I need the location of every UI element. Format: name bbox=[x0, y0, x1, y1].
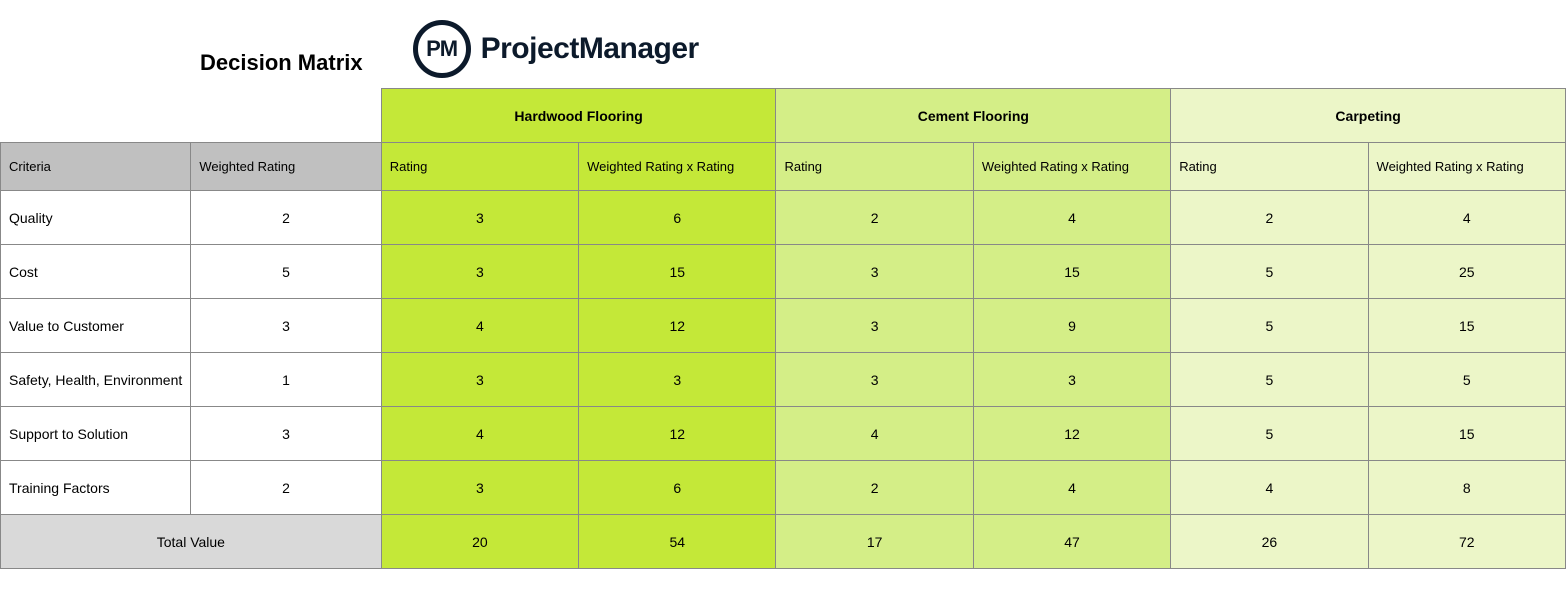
criteria-label: Support to Solution bbox=[1, 407, 191, 461]
table-row: Safety, Health, Environment1333355 bbox=[1, 353, 1566, 407]
rating-cell: 5 bbox=[1171, 353, 1368, 407]
criteria-label: Safety, Health, Environment bbox=[1, 353, 191, 407]
col-header-rating: Rating bbox=[776, 143, 973, 191]
col-header-weighted: Weighted Rating bbox=[191, 143, 381, 191]
col-header-rating: Rating bbox=[381, 143, 578, 191]
weighted-cell: 4 bbox=[973, 461, 1170, 515]
weighted-cell: 4 bbox=[1368, 191, 1565, 245]
rating-cell: 3 bbox=[776, 353, 973, 407]
total-cell: 47 bbox=[973, 515, 1170, 569]
criteria-weight: 1 bbox=[191, 353, 381, 407]
table-row: Support to Solution3412412515 bbox=[1, 407, 1566, 461]
rating-cell: 5 bbox=[1171, 407, 1368, 461]
rating-cell: 3 bbox=[381, 461, 578, 515]
col-header-wxr: Weighted Rating x Rating bbox=[1368, 143, 1565, 191]
weighted-cell: 12 bbox=[973, 407, 1170, 461]
total-cell: 26 bbox=[1171, 515, 1368, 569]
total-label: Total Value bbox=[1, 515, 382, 569]
rating-cell: 3 bbox=[381, 245, 578, 299]
rating-cell: 4 bbox=[1171, 461, 1368, 515]
total-cell: 17 bbox=[776, 515, 973, 569]
weighted-cell: 6 bbox=[579, 461, 776, 515]
weighted-cell: 12 bbox=[579, 407, 776, 461]
weighted-cell: 3 bbox=[973, 353, 1170, 407]
criteria-label: Quality bbox=[1, 191, 191, 245]
criteria-weight: 5 bbox=[191, 245, 381, 299]
weighted-cell: 6 bbox=[579, 191, 776, 245]
table-row: Training Factors2362448 bbox=[1, 461, 1566, 515]
criteria-label: Cost bbox=[1, 245, 191, 299]
rating-cell: 2 bbox=[776, 461, 973, 515]
page-header: Decision Matrix PM ProjectManager bbox=[0, 20, 1566, 78]
rating-cell: 5 bbox=[1171, 245, 1368, 299]
rating-cell: 4 bbox=[381, 299, 578, 353]
weighted-cell: 12 bbox=[579, 299, 776, 353]
rating-cell: 3 bbox=[381, 353, 578, 407]
criteria-weight: 2 bbox=[191, 461, 381, 515]
rating-cell: 4 bbox=[381, 407, 578, 461]
brand-logo: PM ProjectManager bbox=[413, 20, 699, 78]
decision-matrix-table: Hardwood Flooring Cement Flooring Carpet… bbox=[0, 88, 1566, 569]
option-header: Cement Flooring bbox=[776, 89, 1171, 143]
weighted-cell: 15 bbox=[1368, 407, 1565, 461]
weighted-cell: 5 bbox=[1368, 353, 1565, 407]
blank-cell bbox=[1, 89, 382, 143]
total-cell: 20 bbox=[381, 515, 578, 569]
weighted-cell: 8 bbox=[1368, 461, 1565, 515]
rating-cell: 2 bbox=[1171, 191, 1368, 245]
total-cell: 72 bbox=[1368, 515, 1565, 569]
weighted-cell: 3 bbox=[579, 353, 776, 407]
criteria-weight: 2 bbox=[191, 191, 381, 245]
table-row: Quality2362424 bbox=[1, 191, 1566, 245]
weighted-cell: 25 bbox=[1368, 245, 1565, 299]
rating-cell: 2 bbox=[776, 191, 973, 245]
option-header: Carpeting bbox=[1171, 89, 1566, 143]
option-header: Hardwood Flooring bbox=[381, 89, 776, 143]
option-header-row: Hardwood Flooring Cement Flooring Carpet… bbox=[1, 89, 1566, 143]
total-cell: 54 bbox=[579, 515, 776, 569]
sub-header-row: Criteria Weighted Rating Rating Weighted… bbox=[1, 143, 1566, 191]
rating-cell: 3 bbox=[776, 245, 973, 299]
rating-cell: 3 bbox=[776, 299, 973, 353]
rating-cell: 5 bbox=[1171, 299, 1368, 353]
weighted-cell: 4 bbox=[973, 191, 1170, 245]
brand-logo-icon: PM bbox=[413, 20, 471, 78]
col-header-wxr: Weighted Rating x Rating bbox=[579, 143, 776, 191]
weighted-cell: 9 bbox=[973, 299, 1170, 353]
table-row: Value to Customer341239515 bbox=[1, 299, 1566, 353]
table-row: Cost5315315525 bbox=[1, 245, 1566, 299]
weighted-cell: 15 bbox=[579, 245, 776, 299]
rating-cell: 4 bbox=[776, 407, 973, 461]
page-title: Decision Matrix bbox=[0, 50, 363, 78]
criteria-weight: 3 bbox=[191, 407, 381, 461]
criteria-label: Value to Customer bbox=[1, 299, 191, 353]
criteria-label: Training Factors bbox=[1, 461, 191, 515]
col-header-rating: Rating bbox=[1171, 143, 1368, 191]
col-header-wxr: Weighted Rating x Rating bbox=[973, 143, 1170, 191]
criteria-weight: 3 bbox=[191, 299, 381, 353]
weighted-cell: 15 bbox=[1368, 299, 1565, 353]
brand-logo-text: ProjectManager bbox=[481, 32, 699, 66]
totals-row: Total Value 20 54 17 47 26 72 bbox=[1, 515, 1566, 569]
col-header-criteria: Criteria bbox=[1, 143, 191, 191]
weighted-cell: 15 bbox=[973, 245, 1170, 299]
rating-cell: 3 bbox=[381, 191, 578, 245]
